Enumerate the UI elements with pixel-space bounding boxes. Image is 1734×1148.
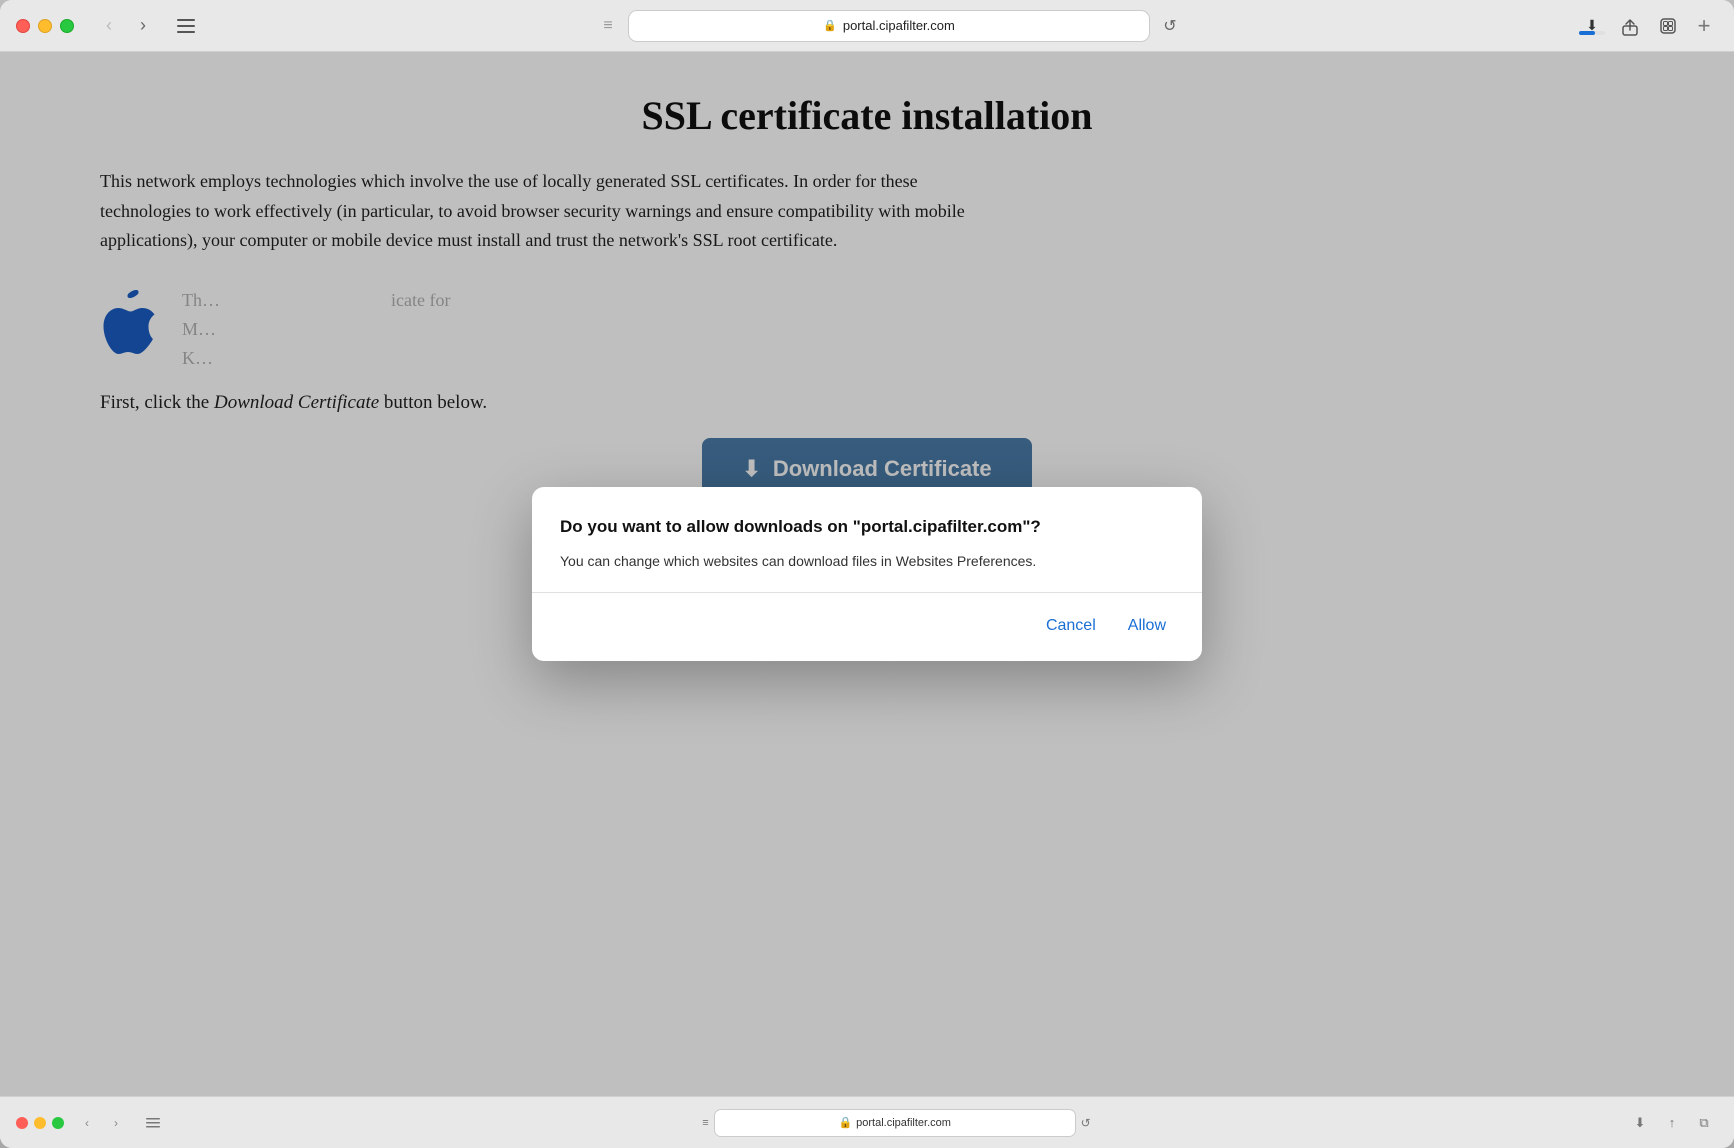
back-button[interactable]: ‹	[94, 13, 124, 39]
chevron-left-icon: ‹	[106, 15, 112, 36]
address-bar-container: ≡ 🔒 portal.cipafilter.com ↺	[214, 11, 1564, 41]
close-button[interactable]	[16, 19, 30, 33]
new-tab-button[interactable]: +	[1690, 12, 1718, 40]
mini-address-area: ≡ 🔒 portal.cipafilter.com ↺	[177, 1110, 1616, 1136]
forward-button[interactable]: ›	[128, 13, 158, 39]
mini-toolbar-right: ⬇ ↑ ⧉	[1626, 1112, 1718, 1134]
sidebar-icon	[177, 19, 195, 33]
reload-button[interactable]: ↺	[1157, 13, 1183, 39]
maximize-button[interactable]	[60, 19, 74, 33]
mini-traffic-lights	[16, 1117, 64, 1129]
modal-body: You can change which websites can downlo…	[560, 551, 1174, 572]
browser-window: ‹ › ≡ 🔒 portal.cipafilter.com ↺	[0, 0, 1734, 1148]
page-content: SSL certificate installation This networ…	[0, 52, 1734, 1096]
lock-icon: 🔒	[823, 19, 837, 32]
address-bar[interactable]: 🔒 portal.cipafilter.com	[629, 11, 1149, 41]
refresh-icon: ↺	[1163, 16, 1176, 36]
mini-forward-button[interactable]: ›	[103, 1112, 129, 1134]
mini-sidebar-icon	[139, 1112, 167, 1134]
modal-overlay: Do you want to allow downloads on "porta…	[0, 52, 1734, 1096]
traffic-lights	[16, 19, 74, 33]
mini-nav-buttons: ‹ ›	[74, 1112, 129, 1134]
mini-maximize-button[interactable]	[52, 1117, 64, 1129]
download-permission-dialog: Do you want to allow downloads on "porta…	[532, 487, 1202, 661]
mini-url-text: portal.cipafilter.com	[856, 1117, 951, 1129]
modal-title: Do you want to allow downloads on "porta…	[560, 515, 1174, 539]
mini-back-button[interactable]: ‹	[74, 1112, 100, 1134]
new-tab-overview-button[interactable]	[1652, 11, 1684, 41]
nav-buttons: ‹ ›	[94, 13, 158, 39]
mini-share-icon[interactable]: ↑	[1658, 1112, 1686, 1134]
share-button[interactable]	[1614, 11, 1646, 41]
minimize-button[interactable]	[38, 19, 52, 33]
modal-divider	[532, 592, 1202, 593]
sidebar-toggle-button[interactable]	[170, 13, 202, 39]
mini-lock-icon: 🔒	[838, 1116, 852, 1129]
mini-reader-icon: ≡	[702, 1117, 708, 1129]
plus-icon: +	[1698, 15, 1711, 37]
cancel-button[interactable]: Cancel	[1038, 613, 1104, 639]
reload-button-left[interactable]: ≡	[595, 13, 621, 39]
mini-minimize-button[interactable]	[34, 1117, 46, 1129]
title-bar: ‹ › ≡ 🔒 portal.cipafilter.com ↺	[0, 0, 1734, 52]
downloads-button[interactable]: ⬇	[1576, 11, 1608, 41]
toolbar-right: ⬇ +	[1576, 11, 1718, 41]
modal-actions: Cancel Allow	[560, 609, 1174, 639]
mini-close-button[interactable]	[16, 1117, 28, 1129]
mini-tab-overview-icon[interactable]: ⧉	[1690, 1112, 1718, 1134]
mini-refresh-icon: ↺	[1081, 1116, 1091, 1130]
allow-button[interactable]: Allow	[1120, 613, 1174, 639]
mini-address-bar[interactable]: 🔒 portal.cipafilter.com	[715, 1110, 1075, 1136]
tab-overview-icon	[1660, 18, 1676, 34]
mini-download-icon[interactable]: ⬇	[1626, 1112, 1654, 1134]
url-text: portal.cipafilter.com	[843, 18, 955, 33]
chevron-right-icon: ›	[140, 15, 146, 36]
mini-browser-bar: ‹ › ≡ 🔒 portal.cipafilter.com ↺ ⬇ ↑ ⧉	[0, 1096, 1734, 1148]
share-icon	[1622, 16, 1638, 36]
